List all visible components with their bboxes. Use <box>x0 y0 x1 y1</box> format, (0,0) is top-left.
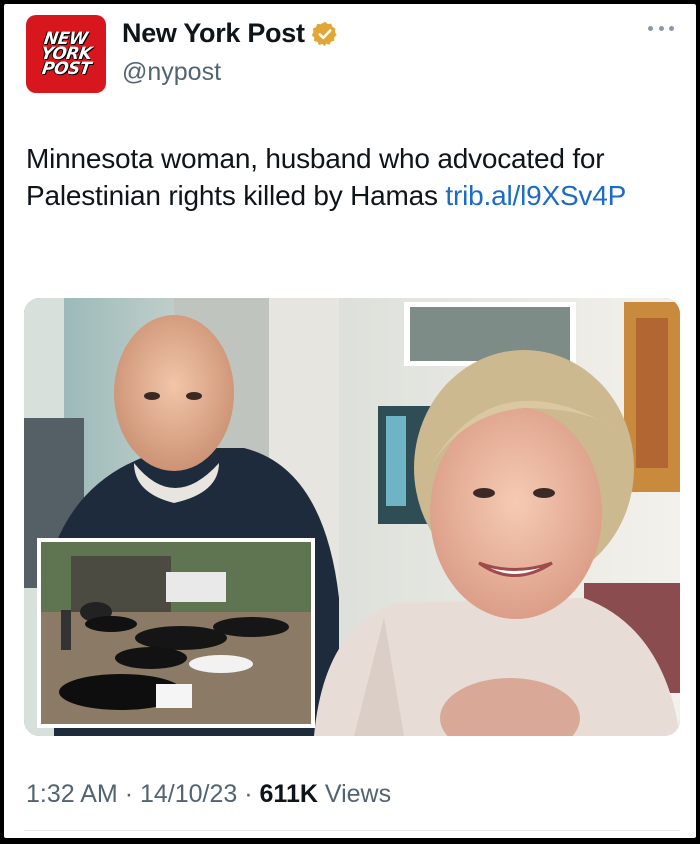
tweet-time[interactable]: 1:32 AM <box>26 780 118 808</box>
separator-dot: · <box>124 780 134 808</box>
tweet-card: NEW YORK POST New York Post @nypost Minn… <box>4 4 696 838</box>
inset-illustration <box>41 542 311 724</box>
account-avatar[interactable]: NEW YORK POST <box>26 15 106 93</box>
more-options-icon[interactable] <box>648 26 674 31</box>
tweet-photo[interactable] <box>24 298 680 736</box>
views-count: 611K <box>259 780 318 808</box>
tweet-text: Minnesota woman, husband who advocated f… <box>26 140 686 214</box>
account-name-row: New York Post <box>122 18 339 49</box>
dot-icon <box>669 26 674 31</box>
dot-icon <box>658 26 664 31</box>
divider <box>24 830 680 831</box>
account-name[interactable]: New York Post <box>122 18 305 49</box>
tweet-link[interactable]: trib.al/l9XSv4P <box>445 180 626 211</box>
logo-line-3: POST <box>40 58 92 79</box>
dot-icon <box>648 26 653 31</box>
tweet-date[interactable]: 14/10/23 <box>140 780 237 808</box>
views-label: Views <box>324 780 392 808</box>
account-handle[interactable]: @nypost <box>122 58 221 87</box>
tweet-meta: 1:32 AM · 14/10/23 · 611K Views <box>26 780 391 809</box>
verified-badge-icon <box>311 21 337 46</box>
inset-photo <box>37 538 315 728</box>
separator-dot: · <box>244 780 253 808</box>
